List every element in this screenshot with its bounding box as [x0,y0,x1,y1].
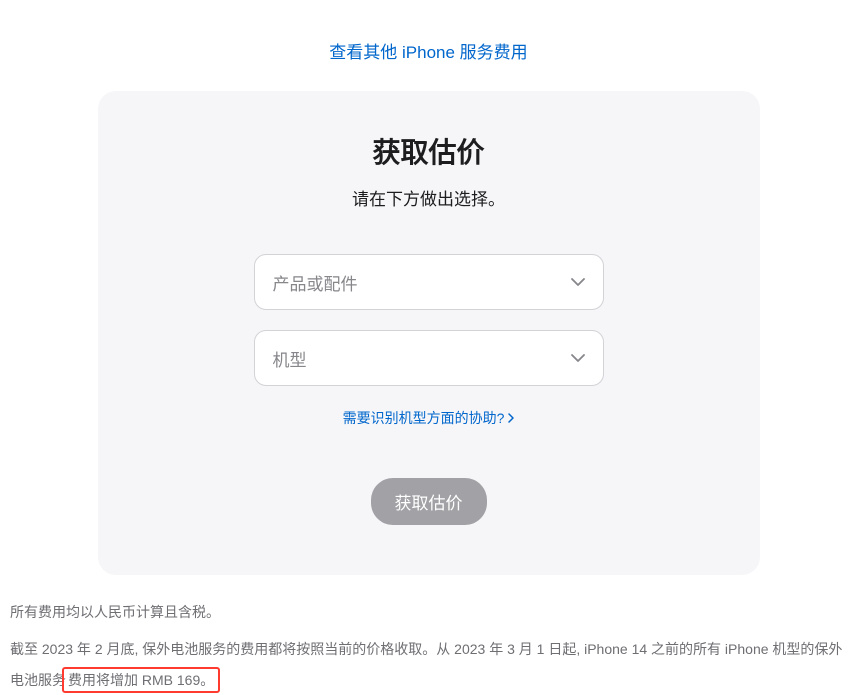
chevron-down-icon [571,354,585,362]
chevron-right-icon [508,413,514,423]
help-identify-link[interactable]: 需要识别机型方面的协助? [343,408,515,428]
footer-note-1: 所有费用均以人民币计算且含税。 [10,597,847,628]
get-estimate-button[interactable]: 获取估价 [371,478,487,525]
model-select-placeholder: 机型 [273,346,307,371]
product-select[interactable]: 产品或配件 [254,254,604,310]
help-link-text: 需要识别机型方面的协助? [343,408,505,428]
model-select-wrapper: 机型 [254,330,604,386]
product-select-wrapper: 产品或配件 [254,254,604,310]
other-services-link[interactable]: 查看其他 iPhone 服务费用 [329,43,527,62]
model-select[interactable]: 机型 [254,330,604,386]
card-subtitle: 请在下方做出选择。 [138,185,720,210]
chevron-down-icon [571,278,585,286]
footer-notes: 所有费用均以人民币计算且含税。 截至 2023 年 2 月底, 保外电池服务的费… [10,597,847,695]
product-select-placeholder: 产品或配件 [273,270,358,295]
price-increase-highlight: 费用将增加 RMB 169。 [62,667,220,693]
card-title: 获取估价 [138,131,720,171]
estimate-card: 获取估价 请在下方做出选择。 产品或配件 机型 需要识别机型方面的协助? 获取估… [98,91,760,575]
top-link-container: 查看其他 iPhone 服务费用 [0,0,857,91]
footer-note-2: 截至 2023 年 2 月底, 保外电池服务的费用都将按照当前的价格收取。从 2… [10,634,847,695]
submit-container: 获取估价 [138,478,720,525]
